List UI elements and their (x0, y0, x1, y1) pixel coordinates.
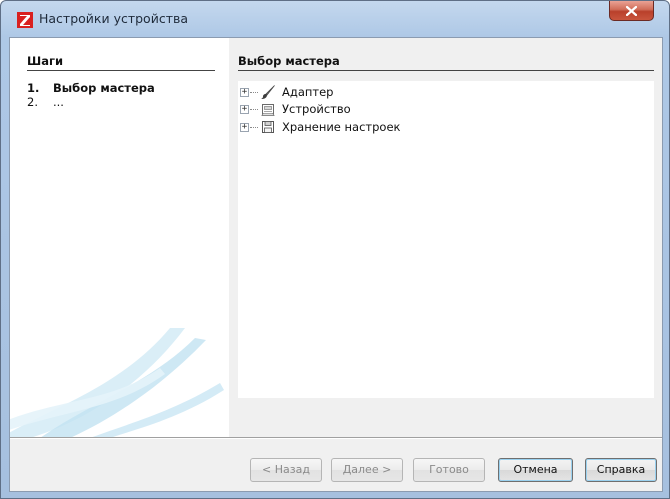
dialog-window: Настройки устройства Шаги 1. Выбор мастер… (0, 0, 670, 499)
button-bar-separator (10, 437, 662, 439)
step-label: Выбор мастера (53, 81, 155, 95)
window-title: Настройки устройства (39, 11, 189, 26)
wizard-decoration-graphic (10, 328, 224, 437)
back-button[interactable]: < Назад (250, 458, 322, 482)
brush-icon (261, 85, 275, 100)
device-icon (261, 104, 275, 116)
tree-node-adapter[interactable]: + Адаптер (240, 84, 440, 100)
expand-toggle[interactable]: + (240, 105, 249, 114)
next-button[interactable]: Далее > (331, 458, 403, 482)
cancel-button[interactable]: Отмена (498, 458, 573, 482)
step-number: 1. (27, 81, 40, 95)
app-logo-icon (17, 12, 33, 28)
expand-toggle[interactable]: + (240, 123, 249, 132)
steps-heading-rule (27, 70, 215, 71)
tree-node-label[interactable]: Устройство (282, 102, 351, 116)
tree-node-settings-storage[interactable]: + Хранение настроек (240, 119, 460, 135)
tree-node-label[interactable]: Адаптер (282, 85, 333, 99)
tree-connector (250, 127, 258, 128)
main-panel: Выбор мастера + Адаптер + Устройство + Х… (229, 38, 662, 437)
tree-node-device[interactable]: + Устройство (240, 101, 440, 117)
title-bar[interactable]: Настройки устройства (1, 1, 669, 37)
tree-connector (250, 109, 258, 110)
finish-button[interactable]: Готово (413, 458, 485, 482)
wizard-tree[interactable]: + Адаптер + Устройство + Хранение настро… (238, 81, 654, 398)
steps-heading: Шаги (27, 54, 64, 68)
tree-connector (250, 92, 258, 93)
dialog-client-area: Шаги 1. Выбор мастера 2.... Выбор мастера… (9, 37, 663, 492)
step-label: ... (53, 95, 64, 109)
floppy-disk-icon (262, 121, 274, 133)
close-icon (626, 5, 637, 16)
steps-panel: Шаги 1. Выбор мастера 2.... (10, 38, 229, 437)
main-heading: Выбор мастера (238, 54, 340, 68)
step-number: 2. (27, 95, 38, 109)
expand-toggle[interactable]: + (240, 88, 249, 97)
tree-node-label[interactable]: Хранение настроек (282, 120, 401, 134)
step-item-2: 2.... (27, 95, 64, 109)
step-item-1: 1. Выбор мастера (27, 81, 155, 95)
close-button[interactable] (609, 1, 654, 21)
main-heading-rule (238, 70, 654, 71)
help-button[interactable]: Справка (585, 458, 657, 482)
